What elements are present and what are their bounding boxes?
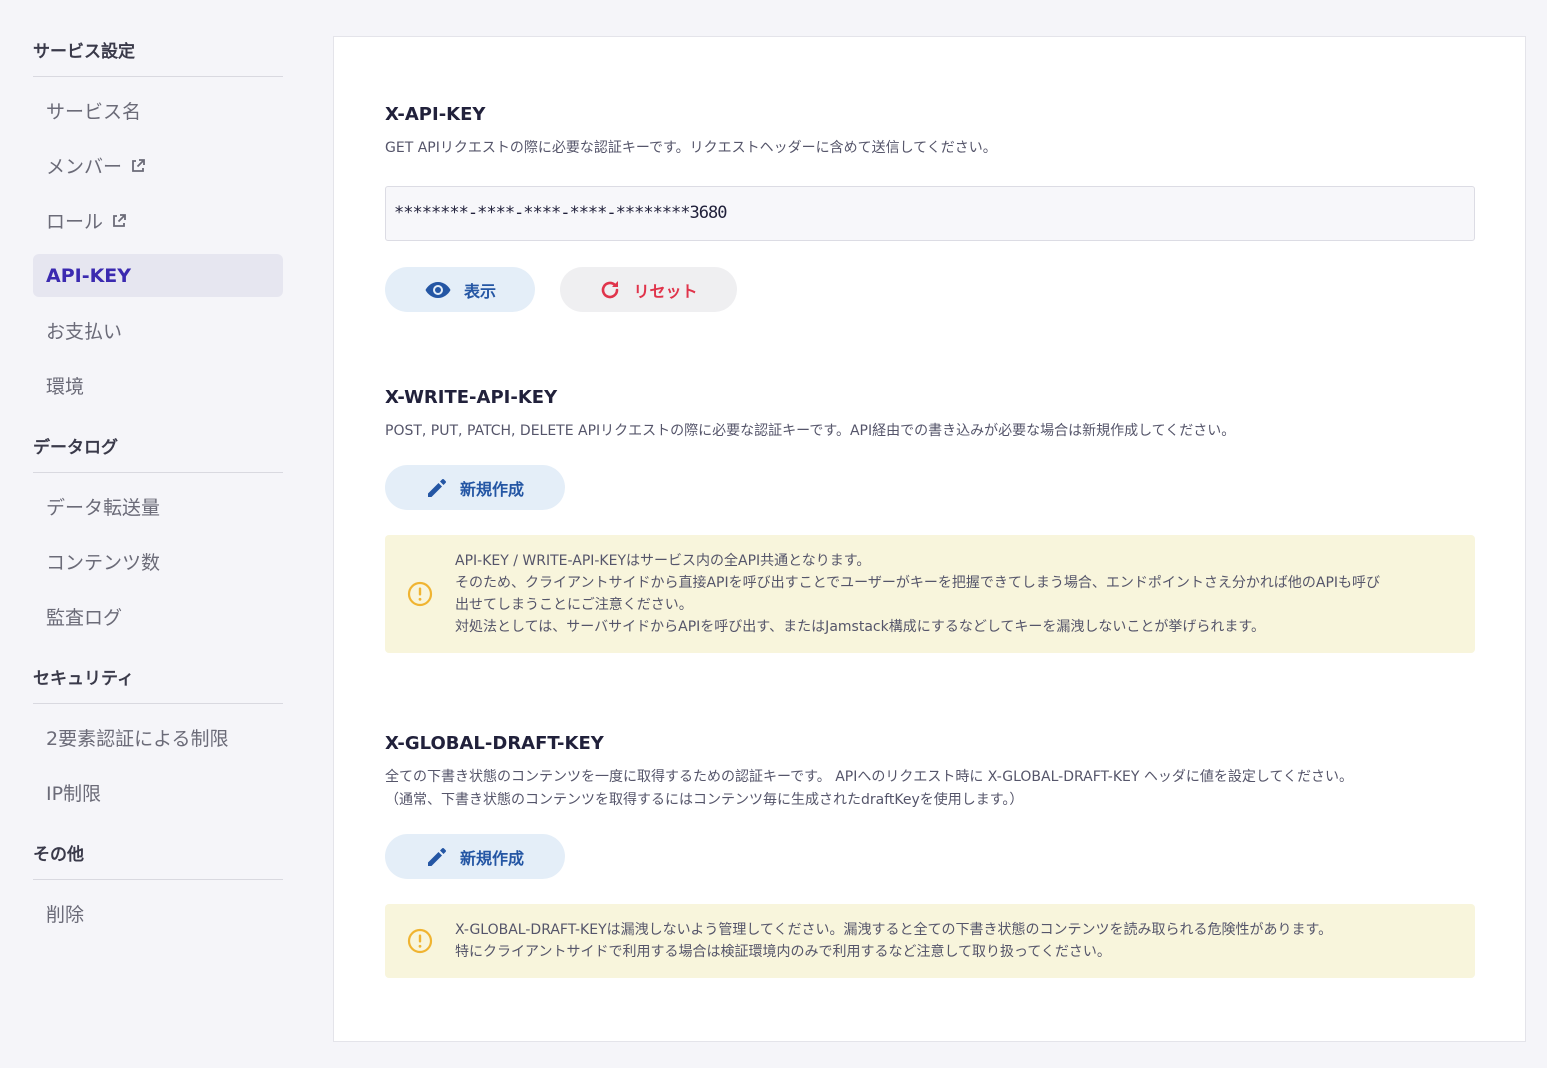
- sidebar-item-label: 2要素認証による制限: [46, 728, 229, 750]
- section-description: POST, PUT, PATCH, DELETE APIリクエストの際に必要な認…: [385, 423, 1236, 439]
- sidebar-item-label: サービス名: [46, 101, 142, 123]
- sidebar-item-2fa[interactable]: 2要素認証による制限: [33, 716, 283, 759]
- sidebar-item-label: ロール: [46, 211, 104, 233]
- notice-line: 出せてしまうことにご注意ください。: [455, 597, 693, 613]
- global-draft-key-section: X-GLOBAL-DRAFT-KEY 全ての下書き状態のコンテンツを一度に取得す…: [385, 733, 1475, 978]
- eye-icon: [425, 281, 451, 298]
- sidebar-item-label: IP制限: [46, 783, 102, 805]
- show-key-button[interactable]: 表示: [385, 267, 535, 312]
- sidebar-item-environment[interactable]: 環境: [33, 364, 283, 407]
- section-description: 全ての下書き状態のコンテンツを一度に取得するための認証キーです。 APIへのリク…: [385, 766, 1475, 812]
- sidebar-item-label: 削除: [46, 904, 85, 926]
- sidebar-item-label: 監査ログ: [46, 607, 123, 629]
- pencil-icon: [427, 847, 446, 866]
- sidebar-item-members[interactable]: メンバー: [33, 144, 283, 187]
- notice-line: 特にクライアントサイドで利用する場合は検証環境内のみで利用するなど注意して取り扱…: [455, 944, 1111, 960]
- api-key-panel: X-API-KEY GET APIリクエストの際に必要な認証キーです。リクエスト…: [333, 36, 1526, 1042]
- notice-line: 対処法としては、サーバサイドからAPIを呼び出す、またはJamstack構成にす…: [455, 619, 1266, 635]
- section-title: X-API-KEY: [385, 104, 486, 125]
- sidebar-item-service-name[interactable]: サービス名: [33, 89, 283, 132]
- reset-key-button[interactable]: リセット: [560, 267, 737, 312]
- description-line: 全ての下書き状態のコンテンツを一度に取得するための認証キーです。 APIへのリク…: [385, 769, 1354, 785]
- sidebar-section-title: サービス設定: [33, 37, 283, 77]
- create-write-key-button[interactable]: 新規作成: [385, 465, 565, 510]
- warning-icon: [407, 928, 433, 954]
- sidebar-item-label: メンバー: [46, 156, 123, 178]
- sidebar-section-security: セキュリティ 2要素認証による制限 IP制限: [33, 664, 283, 814]
- api-key-actions: 表示 リセット: [385, 267, 1475, 312]
- draft-key-warning-notice: X-GLOBAL-DRAFT-KEYは漏洩しないよう管理してください。漏洩すると…: [385, 904, 1475, 978]
- external-link-icon: [113, 213, 126, 227]
- description-line: （通常、下書き状態のコンテンツを取得するにはコンテンツ毎に生成されたdraftK…: [385, 792, 1024, 808]
- sidebar-section-title: セキュリティ: [33, 664, 283, 704]
- settings-sidebar: サービス設定 サービス名 メンバー ロール API-KEY お支払い 環境 デー…: [33, 0, 283, 947]
- write-api-key-section: X-WRITE-API-KEY POST, PUT, PATCH, DELETE…: [385, 387, 1475, 653]
- notice-line: X-GLOBAL-DRAFT-KEYは漏洩しないよう管理してください。漏洩すると…: [455, 922, 1333, 938]
- write-api-key-actions: 新規作成: [385, 465, 1475, 510]
- refresh-icon: [602, 280, 619, 298]
- pencil-icon: [427, 478, 446, 497]
- reset-key-label: リセット: [633, 281, 698, 301]
- warning-icon: [407, 581, 433, 607]
- sidebar-item-label: データ転送量: [46, 497, 161, 519]
- sidebar-item-label: API-KEY: [46, 264, 132, 287]
- sidebar-item-content-count[interactable]: コンテンツ数: [33, 540, 283, 583]
- api-key-section: X-API-KEY GET APIリクエストの際に必要な認証キーです。リクエスト…: [385, 104, 1475, 312]
- sidebar-section-other: その他 削除: [33, 840, 283, 935]
- sidebar-item-label: コンテンツ数: [46, 552, 161, 574]
- sidebar-section-title: データログ: [33, 433, 283, 473]
- sidebar-item-label: 環境: [46, 376, 85, 398]
- section-title: X-WRITE-API-KEY: [385, 387, 558, 408]
- external-link-icon: [132, 158, 145, 172]
- api-key-value-field[interactable]: ********-****-****-****-********3680: [385, 186, 1475, 241]
- sidebar-item-data-transfer[interactable]: データ転送量: [33, 485, 283, 528]
- notice-line: API-KEY / WRITE-API-KEYはサービス内の全API共通となりま…: [455, 553, 871, 569]
- create-draft-key-button[interactable]: 新規作成: [385, 834, 565, 879]
- global-draft-key-actions: 新規作成: [385, 834, 1475, 879]
- section-title: X-GLOBAL-DRAFT-KEY: [385, 733, 604, 754]
- sidebar-section-title: その他: [33, 840, 283, 880]
- create-label: 新規作成: [459, 848, 524, 868]
- sidebar-item-delete[interactable]: 削除: [33, 892, 283, 935]
- sidebar-item-roles[interactable]: ロール: [33, 199, 283, 242]
- sidebar-section-service: サービス設定 サービス名 メンバー ロール API-KEY お支払い 環境: [33, 0, 283, 407]
- create-label: 新規作成: [459, 479, 524, 499]
- sidebar-item-billing[interactable]: お支払い: [33, 309, 283, 352]
- sidebar-item-ip-restriction[interactable]: IP制限: [33, 771, 283, 814]
- sidebar-item-api-key[interactable]: API-KEY: [33, 254, 283, 297]
- sidebar-section-datalog: データログ データ転送量 コンテンツ数 監査ログ: [33, 433, 283, 638]
- sidebar-item-label: お支払い: [46, 321, 123, 343]
- sidebar-item-audit-log[interactable]: 監査ログ: [33, 595, 283, 638]
- section-description: GET APIリクエストの際に必要な認証キーです。リクエストヘッダーに含めて送信…: [385, 140, 997, 156]
- notice-line: そのため、クライアントサイドから直接APIを呼び出すことでユーザーがキーを把握で…: [455, 575, 1381, 591]
- show-key-label: 表示: [463, 281, 496, 301]
- write-key-warning-notice: API-KEY / WRITE-API-KEYはサービス内の全API共通となりま…: [385, 535, 1475, 653]
